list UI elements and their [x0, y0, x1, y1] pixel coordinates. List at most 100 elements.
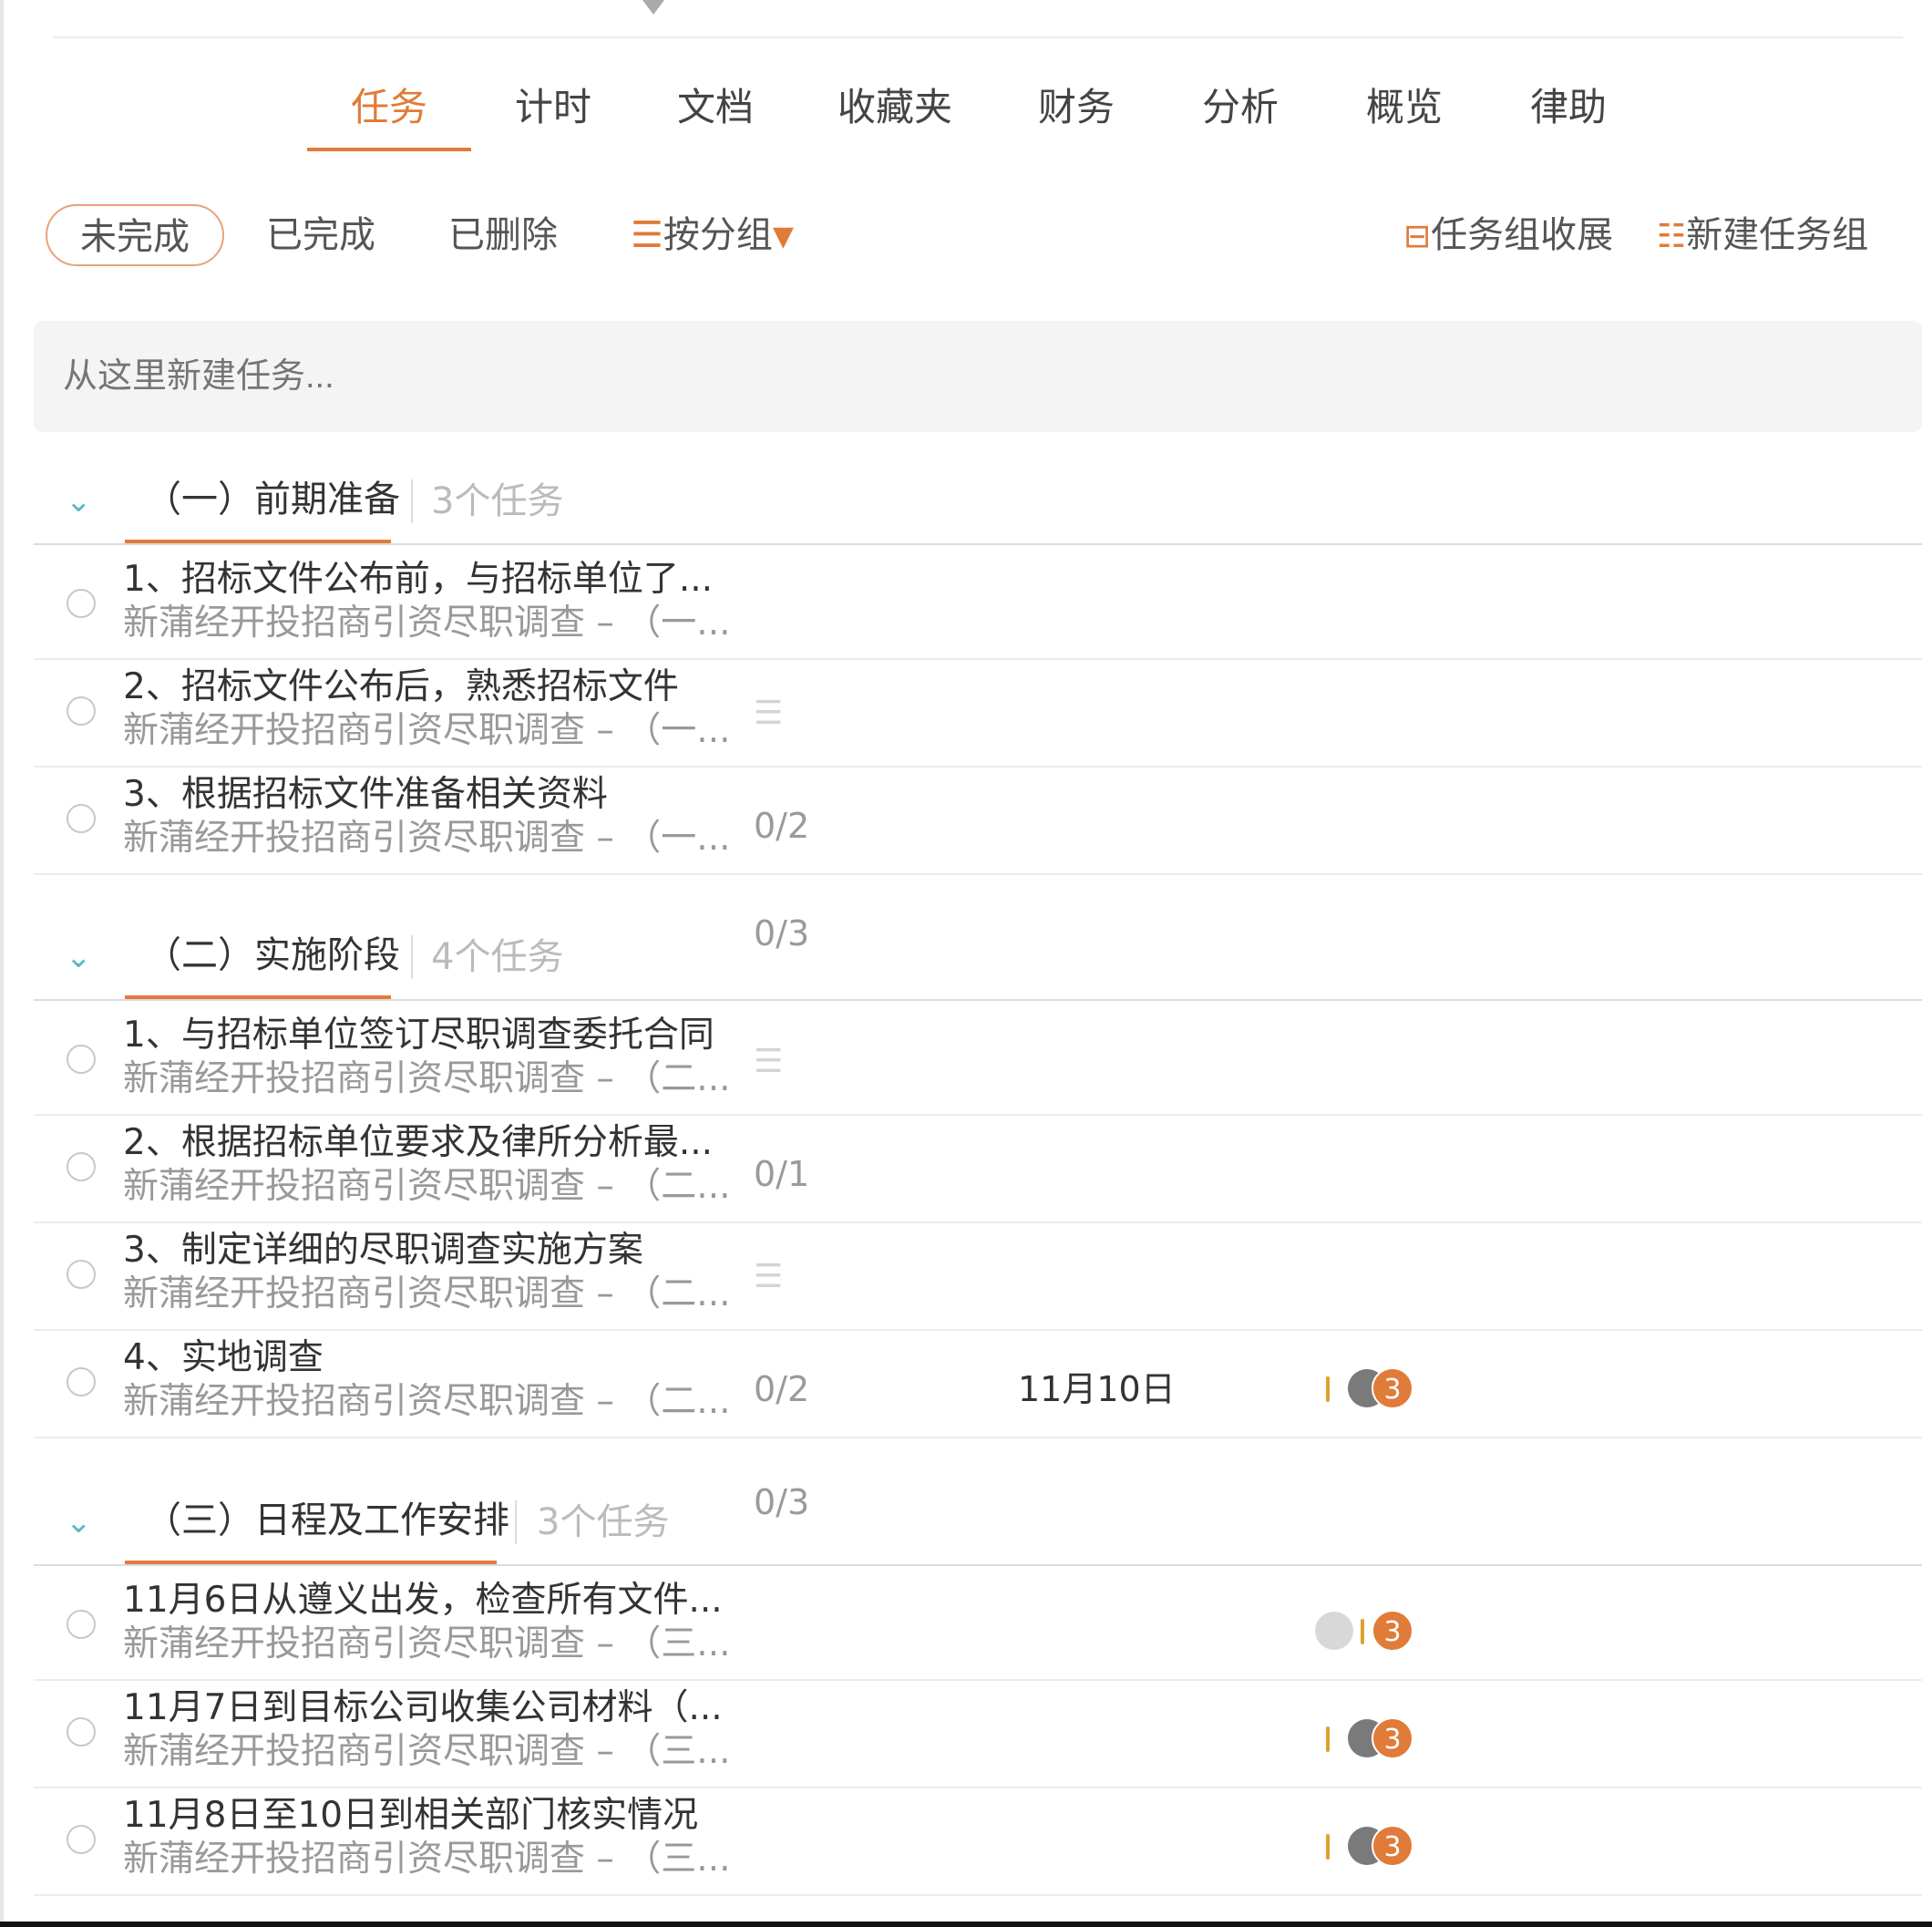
- chevron-down-icon[interactable]: ⌄: [66, 1504, 92, 1541]
- task-project: 新蒲经开投招商引资尽职调查 – （一...: [123, 710, 731, 751]
- circle-checkbox-icon[interactable]: [67, 1367, 96, 1396]
- bottom-border: [0, 1922, 1932, 1927]
- circle-checkbox-icon[interactable]: [67, 1260, 96, 1289]
- subtask-progress: 0/3: [754, 1482, 810, 1522]
- task-title: 1、与招标单位签订尽职调查委托合同: [123, 1015, 714, 1056]
- group-divider: [34, 999, 1922, 1001]
- group-by-dropdown[interactable]: ☰按分组▼: [631, 208, 794, 264]
- list-icon: ☰: [754, 1043, 784, 1080]
- task-row[interactable]: 1、与招标单位签订尽职调查委托合同 新蒲经开投招商引资尽职调查 – （二... …: [34, 1008, 1922, 1116]
- tab-tasks[interactable]: 任务: [339, 75, 439, 155]
- group-title: （三）日程及工作安排: [145, 1499, 509, 1541]
- circle-checkbox-icon[interactable]: [67, 804, 96, 833]
- list-icon: ☰: [754, 1258, 784, 1295]
- task-row[interactable]: 1、招标文件公布前，与招标单位了... 新蒲经开投招商引资尽职调查 – （一..…: [34, 552, 1922, 660]
- task-title: 1、招标文件公布前，与招标单位了...: [123, 559, 714, 600]
- task-project: 新蒲经开投招商引资尽职调查 – （二...: [123, 1381, 731, 1422]
- group-header-1[interactable]: ⌄ （一）前期准备 3个任务: [34, 463, 1922, 545]
- task-title: 3、根据招标文件准备相关资料: [123, 774, 608, 815]
- task-row[interactable]: 3、制定详细的尽职调查实施方案 新蒲经开投招商引资尽职调查 – （二... ☰: [34, 1223, 1922, 1331]
- assignee-count-badge: 3: [1372, 1717, 1413, 1759]
- tab-assistant[interactable]: 律助: [1518, 75, 1619, 155]
- task-project: 新蒲经开投招商引资尽职调查 – （三...: [123, 1623, 731, 1664]
- collapse-groups-label: 任务组收展: [1431, 214, 1614, 256]
- circle-checkbox-icon[interactable]: [67, 1825, 96, 1854]
- assignee-count-badge: 3: [1372, 1825, 1413, 1867]
- filter-bar: 未完成 已完成 已删除 ☰按分组▼ ⊟任务组收展 ☷新建任务组: [0, 202, 1932, 270]
- group-header-2[interactable]: ⌄ （二）实施阶段 4个任务: [34, 919, 1922, 1001]
- divider: [515, 1500, 517, 1544]
- task-project: 新蒲经开投招商引资尽职调查 – （二...: [123, 1273, 731, 1314]
- active-tab-indicator: [307, 148, 471, 151]
- subtask-progress: 0/1: [754, 1154, 810, 1194]
- subtask-progress: 0/2: [754, 806, 810, 846]
- chevron-down-icon[interactable]: ⌄: [66, 483, 92, 520]
- assignee-count-badge: 3: [1372, 1367, 1413, 1409]
- task-title: 2、根据招标单位要求及律所分析最...: [123, 1122, 714, 1163]
- task-row[interactable]: 4、实地调查 新蒲经开投招商引资尽职调查 – （二... 0/2 11月10日 …: [34, 1331, 1922, 1438]
- task-title: 11月6日从遵义出发，检查所有文件...: [123, 1580, 723, 1621]
- assignee-count-badge: 3: [1372, 1610, 1413, 1652]
- group-task-count: 3个任务: [431, 480, 564, 522]
- task-project: 新蒲经开投招商引资尽职调查 – （二...: [123, 1058, 731, 1099]
- circle-checkbox-icon[interactable]: [67, 1152, 96, 1181]
- top-divider: [53, 36, 1903, 38]
- filter-completed[interactable]: 已完成: [266, 208, 375, 263]
- task-row[interactable]: 11月7日到目标公司收集公司材料（... 新蒲经开投招商引资尽职调查 – （三.…: [34, 1681, 1922, 1788]
- new-task-input[interactable]: [34, 321, 1922, 432]
- filter-incomplete[interactable]: 未完成: [46, 204, 224, 266]
- subtask-progress: 0/2: [754, 1369, 810, 1409]
- tab-timing[interactable]: 计时: [503, 75, 603, 155]
- list-icon: ☰: [631, 214, 663, 256]
- task-row[interactable]: 11月6日从遵义出发，检查所有文件... 新蒲经开投招商引资尽职调查 – （三.…: [34, 1573, 1922, 1681]
- tab-analysis[interactable]: 分析: [1190, 75, 1290, 155]
- priority-flag-icon: [1361, 1619, 1364, 1644]
- chevron-down-icon[interactable]: ⌄: [66, 939, 92, 975]
- divider: [411, 935, 413, 979]
- group-divider: [34, 1564, 1922, 1566]
- avatar: [1315, 1612, 1353, 1650]
- group-task-count: 4个任务: [431, 936, 564, 978]
- task-title: 4、实地调查: [123, 1337, 324, 1378]
- task-page: 任务 计时 文档 收藏夹 财务 分析 概览 律助 未完成 已完成 已删除 ☰按分…: [0, 0, 1932, 1927]
- dropdown-caret-icon[interactable]: [642, 0, 664, 15]
- task-project: 新蒲经开投招商引资尽职调查 – （一...: [123, 603, 731, 644]
- divider: [411, 479, 413, 523]
- group-by-label: 按分组: [663, 214, 773, 256]
- group-header-3[interactable]: ⌄ （三）日程及工作安排 3个任务: [34, 1484, 1922, 1566]
- tab-bar: 任务 计时 文档 收藏夹 财务 分析 概览 律助: [0, 75, 1932, 157]
- task-title: 11月8日至10日到相关部门核实情况: [123, 1795, 699, 1836]
- task-project: 新蒲经开投招商引资尽职调查 – （一...: [123, 818, 731, 859]
- left-border: [0, 0, 4, 1927]
- tab-documents[interactable]: 文档: [665, 75, 766, 155]
- circle-checkbox-icon[interactable]: [67, 696, 96, 726]
- circle-checkbox-icon[interactable]: [67, 589, 96, 618]
- group-title: （二）实施阶段: [145, 934, 400, 976]
- list-icon: ☰: [754, 695, 784, 732]
- group-title: （一）前期准备: [145, 479, 400, 520]
- task-project: 新蒲经开投招商引资尽职调查 – （三...: [123, 1839, 731, 1880]
- priority-flag-icon: [1326, 1726, 1330, 1752]
- task-row[interactable]: 2、招标文件公布后，熟悉招标文件 新蒲经开投招商引资尽职调查 – （一... ☰: [34, 660, 1922, 768]
- new-group-button[interactable]: ☷新建任务组: [1657, 208, 1868, 264]
- task-row[interactable]: 2、根据招标单位要求及律所分析最... 新蒲经开投招商引资尽职调查 – （二..…: [34, 1116, 1922, 1223]
- collapse-icon: ⊟: [1403, 218, 1432, 255]
- collapse-groups-button[interactable]: ⊟任务组收展: [1403, 208, 1613, 264]
- tab-favorites[interactable]: 收藏夹: [831, 75, 959, 155]
- circle-checkbox-icon[interactable]: [67, 1045, 96, 1074]
- subtask-progress: 0/3: [754, 913, 810, 953]
- tab-overview[interactable]: 概览: [1354, 75, 1454, 155]
- caret-down-icon: ▼: [772, 221, 794, 252]
- task-row[interactable]: 11月8日至10日到相关部门核实情况 新蒲经开投招商引资尽职调查 – （三...…: [34, 1788, 1922, 1896]
- task-title: 2、招标文件公布后，熟悉招标文件: [123, 666, 679, 707]
- group-divider: [34, 543, 1922, 545]
- circle-checkbox-icon[interactable]: [67, 1717, 96, 1747]
- tab-finance[interactable]: 财务: [1026, 75, 1126, 155]
- task-project: 新蒲经开投招商引资尽职调查 – （二...: [123, 1166, 731, 1207]
- filter-deleted[interactable]: 已删除: [448, 208, 558, 263]
- circle-checkbox-icon[interactable]: [67, 1610, 96, 1639]
- priority-flag-icon: [1326, 1376, 1330, 1402]
- task-row[interactable]: 3、根据招标文件准备相关资料 新蒲经开投招商引资尽职调查 – （一... 0/2: [34, 768, 1922, 875]
- task-due-date: 11月10日: [1018, 1369, 1176, 1409]
- task-title: 3、制定详细的尽职调查实施方案: [123, 1230, 643, 1271]
